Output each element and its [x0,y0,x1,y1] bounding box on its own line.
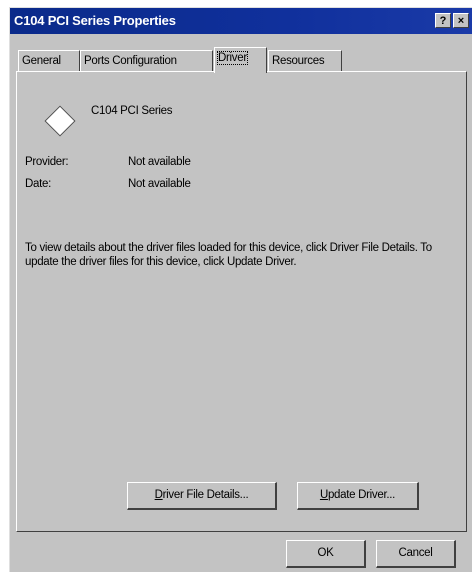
device-name: C104 PCI Series [91,105,173,117]
driver-description: To view details about the driver files l… [25,242,432,268]
cancel-button[interactable]: Cancel [376,540,456,568]
ok-button[interactable]: OK [286,540,366,568]
update-driver-button[interactable]: Update Driver... [297,482,419,510]
window-title: C104 PCI Series Properties [14,13,176,28]
date-value: Not available [128,178,191,190]
tab-ports-configuration[interactable]: Ports Configuration [80,50,213,72]
driver-file-details-button[interactable]: Driver File Details... [127,482,277,510]
device-icon [43,104,77,138]
properties-window: C104 PCI Series Properties ? × General P… [9,7,472,572]
tab-driver[interactable]: Driver [214,47,267,73]
update-driver-mnemonic: U [319,489,328,501]
title-bar[interactable]: C104 PCI Series Properties ? × [10,8,472,34]
tab-driver-label: Driver [217,51,248,65]
tab-general[interactable]: General [18,50,80,72]
tab-resources[interactable]: Resources [268,50,342,72]
provider-value: Not available [128,156,191,168]
help-button[interactable]: ? [435,13,451,28]
driver-file-details-mnemonic: D [154,489,163,501]
provider-label: Provider: [25,156,69,168]
update-driver-label: pdate Driver... [327,489,396,501]
close-button[interactable]: × [453,13,469,28]
tab-resources-label: Resources [272,55,325,67]
driver-file-details-label: river File Details... [162,489,249,501]
tab-ports-configuration-label: Ports Configuration [84,55,177,67]
date-label: Date: [25,178,51,190]
tab-general-label: General [22,55,61,67]
driver-tab-panel: C104 PCI Series Provider: Not available … [16,71,467,532]
